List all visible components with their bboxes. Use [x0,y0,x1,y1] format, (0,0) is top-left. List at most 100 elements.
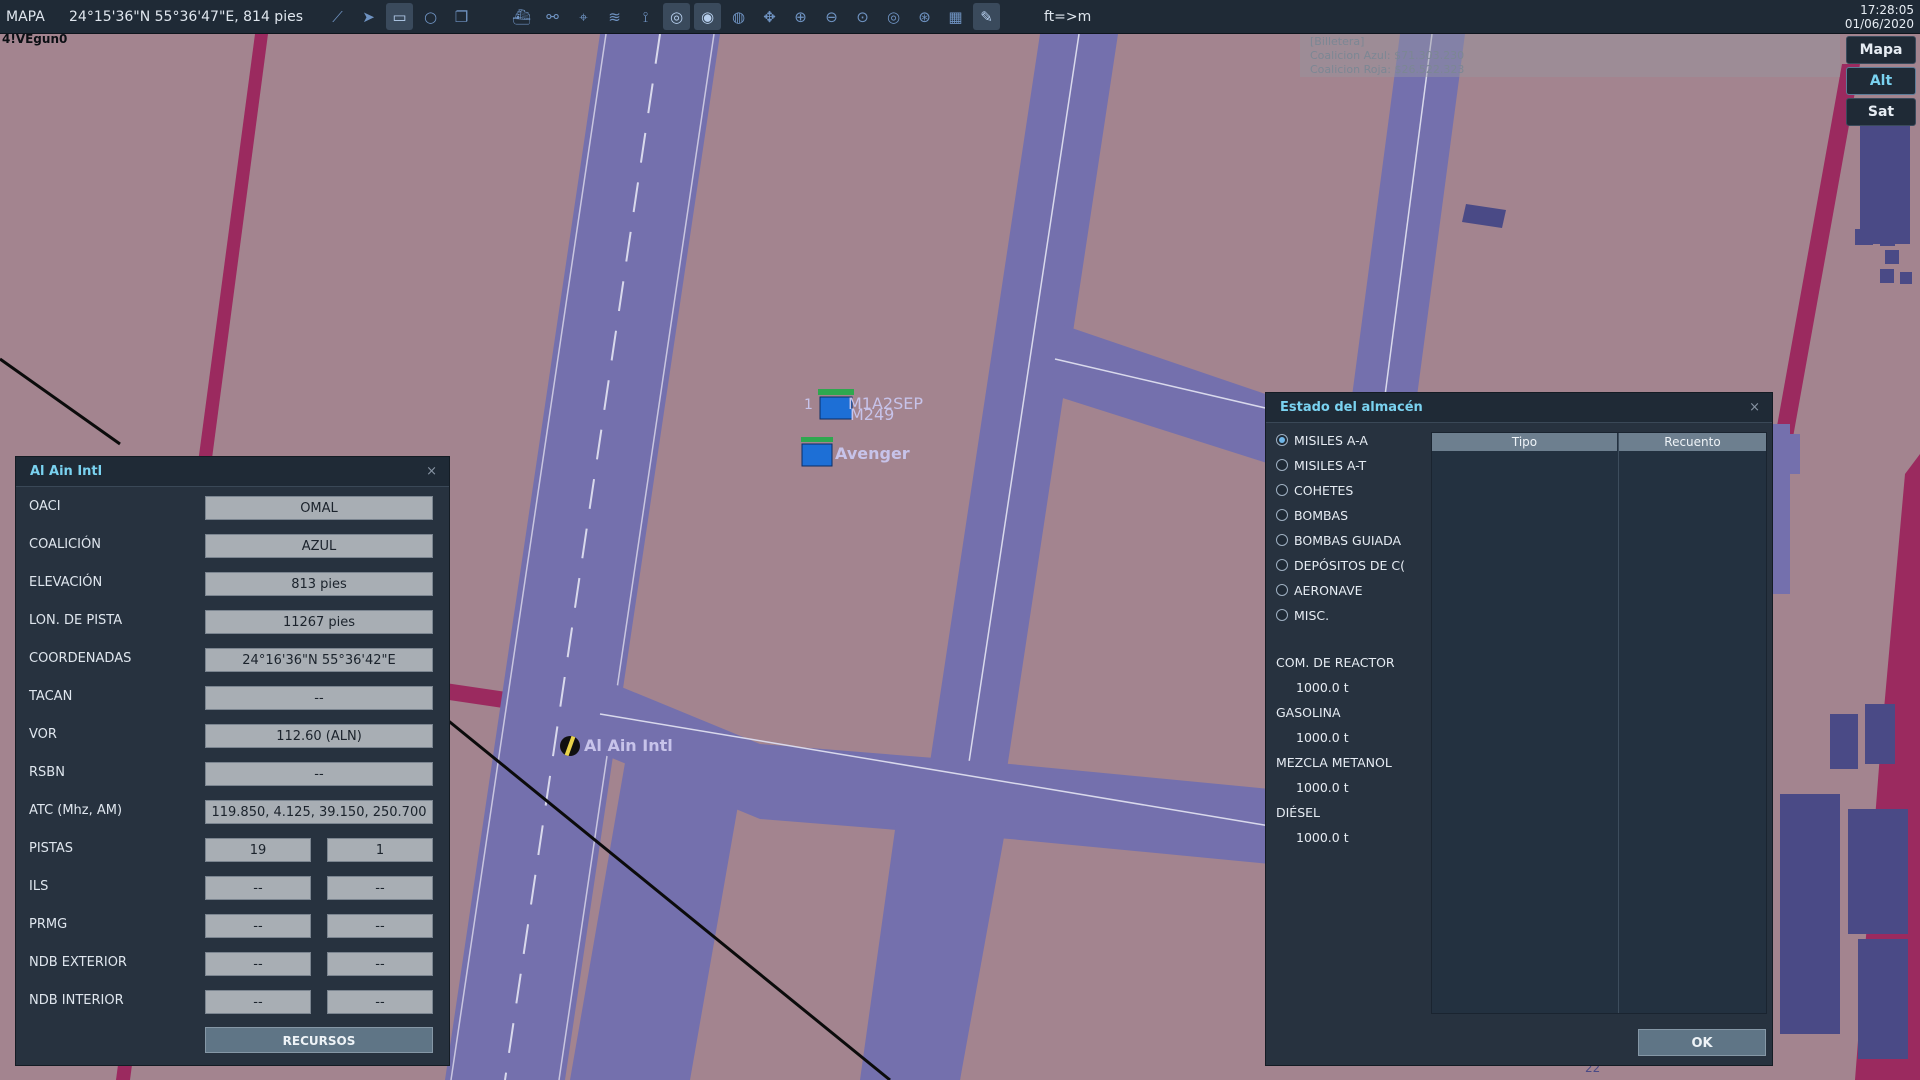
globe-icon[interactable]: ⊛ [911,3,938,30]
pistas-field-a[interactable]: 19 [205,838,311,862]
unit-label-m249: M249 [850,405,894,424]
pan-icon[interactable]: ✥ [756,3,783,30]
warehouse-panel-header[interactable]: Estado del almacén × [1266,393,1772,423]
antenna-icon[interactable]: ⟟ [632,3,659,30]
target-icon[interactable]: ◎ [880,3,907,30]
elevacion-field[interactable]: 813 pies [205,572,433,596]
airbase-panel-header[interactable]: Al Ain Intl × [16,457,449,487]
building [1780,794,1840,1034]
column-header-recuento[interactable]: Recuento [1619,433,1766,451]
ndb-exterior-field-a[interactable]: -- [205,952,311,976]
ndb-exterior-field-b[interactable]: -- [327,952,433,976]
toolbar-group-right: ⛴ ⚯ ⌖ ≋ ⟟ ◎ ◉ ◍ ✥ ⊕ ⊖ ⊙ ◎ ⊛ ▦ ✎ [508,3,1004,30]
pistas-field-b[interactable]: 1 [327,838,433,862]
category-depositos[interactable]: DEPÓSITOS DE C( [1276,558,1406,578]
coalicion-field[interactable]: AZUL [205,534,433,558]
zoom-out-icon[interactable]: ⊖ [818,3,845,30]
layers-icon[interactable]: ❐ [448,3,475,30]
crosshair-icon[interactable]: ⌖ [570,3,597,30]
category-label: COHETES [1294,483,1354,498]
radio-icon[interactable] [1276,609,1288,621]
rsbn-field[interactable]: -- [205,762,433,786]
fuel-value-metanol[interactable]: 1000.0 t [1296,780,1349,795]
category-label: AERONAVE [1294,583,1363,598]
row-ndb-exterior: NDB EXTERIOR -- -- [16,950,449,978]
prmg-field-b[interactable]: -- [327,914,433,938]
toolbar-group-left: ⟋ ➤ ▭ ○ ❐ [324,3,479,30]
row-pistas: PISTAS 19 1 [16,836,449,864]
close-icon[interactable]: × [1749,393,1760,422]
map-type-mapa[interactable]: Mapa [1846,36,1916,64]
ils-field-a[interactable]: -- [205,876,311,900]
atc-field[interactable]: 119.850, 4.125, 39.150, 250.700 [205,800,433,824]
category-misiles-at[interactable]: MISILES A-T [1276,458,1406,478]
fuel-value-diesel[interactable]: 1000.0 t [1296,830,1349,845]
tacan-field[interactable]: -- [205,686,433,710]
coordenadas-field[interactable]: 24°16'36"N 55°36'42"E [205,648,433,672]
route-icon[interactable]: ⟋ [324,3,351,30]
map-type-sat[interactable]: Sat [1846,98,1916,126]
airfield-icon [560,735,580,757]
wallet-overlay: [Billetera] Coalicion Azul: $71.303.230 … [1300,34,1840,77]
category-aeronave[interactable]: AERONAVE [1276,583,1406,603]
row-vor: VOR 112.60 (ALN) [16,722,449,750]
ship-icon[interactable]: ⛴ [508,3,535,30]
wallet-blue: Coalicion Azul: $71.303.230 [1310,49,1465,62]
column-header-tipo[interactable]: Tipo [1432,433,1617,451]
column-divider [1618,433,1619,1013]
field-label: COALICIÓN [29,537,101,552]
ils-field-b[interactable]: -- [327,876,433,900]
category-cohetes[interactable]: COHETES [1276,483,1406,503]
ndb-interior-field-b[interactable]: -- [327,990,433,1014]
ok-button[interactable]: OK [1638,1029,1766,1056]
radio-selected-icon[interactable] [1276,434,1288,446]
field-label: OACI [29,499,61,514]
radio-icon[interactable] [1276,584,1288,596]
radio-icon[interactable] [1276,534,1288,546]
category-bombas-guiadas[interactable]: BOMBAS GUIADA [1276,533,1406,553]
category-label: DEPÓSITOS DE C( [1294,558,1406,573]
pencil-icon[interactable]: ✎ [973,3,1000,30]
zoom-in-icon[interactable]: ⊕ [787,3,814,30]
prmg-field-a[interactable]: -- [205,914,311,938]
map-mode-label[interactable]: MAPA [6,9,45,25]
map-type-alt[interactable]: Alt [1846,67,1916,95]
category-misiles-aa[interactable]: MISILES A-A [1276,433,1406,453]
zoom-fit-icon[interactable]: ⊙ [849,3,876,30]
network-icon[interactable]: ⚯ [539,3,566,30]
building [1860,114,1910,244]
unit-toggle-button[interactable]: ft=>m [1044,9,1091,25]
radio-icon[interactable] [1276,509,1288,521]
grid-icon[interactable]: ▦ [942,3,969,30]
field-label: ELEVACIÓN [29,575,103,590]
fuel-label-metanol: MEZCLA METANOL [1276,755,1392,770]
circle-icon[interactable]: ○ [417,3,444,30]
ndb-interior-field-a[interactable]: -- [205,990,311,1014]
fuel-value-gasolina[interactable]: 1000.0 t [1296,730,1349,745]
navigate-icon[interactable]: ➤ [355,3,382,30]
unit-avenger [801,437,833,467]
wifi-icon[interactable]: ≋ [601,3,628,30]
radio-icon[interactable] [1276,459,1288,471]
lon-pista-field[interactable]: 11267 pies [205,610,433,634]
fuel-value-jet[interactable]: 1000.0 t [1296,680,1349,695]
category-bombas[interactable]: BOMBAS [1276,508,1406,528]
oaci-field[interactable]: OMAL [205,496,433,520]
row-atc: ATC (Mhz, AM) 119.850, 4.125, 39.150, 25… [16,798,449,826]
row-ils: ILS -- -- [16,874,449,902]
radar-alt-icon[interactable]: ◎ [663,3,690,30]
recursos-button[interactable]: RECURSOS [205,1027,433,1053]
warehouse-table[interactable]: Tipo Recuento [1431,432,1767,1014]
radio-icon[interactable] [1276,484,1288,496]
category-label: BOMBAS GUIADA [1294,533,1402,548]
ruler-icon[interactable]: ▭ [386,3,413,30]
vor-field[interactable]: 112.60 (ALN) [205,724,433,748]
category-misc[interactable]: MISC. [1276,608,1406,628]
field-label: PRMG [29,917,68,932]
field-label: VOR [29,727,57,742]
radar-icon[interactable]: ◉ [694,3,721,30]
radar-range-icon[interactable]: ◍ [725,3,752,30]
radio-icon[interactable] [1276,559,1288,571]
clock: 17:28:05 01/06/2020 [1845,3,1914,31]
close-icon[interactable]: × [426,457,437,486]
